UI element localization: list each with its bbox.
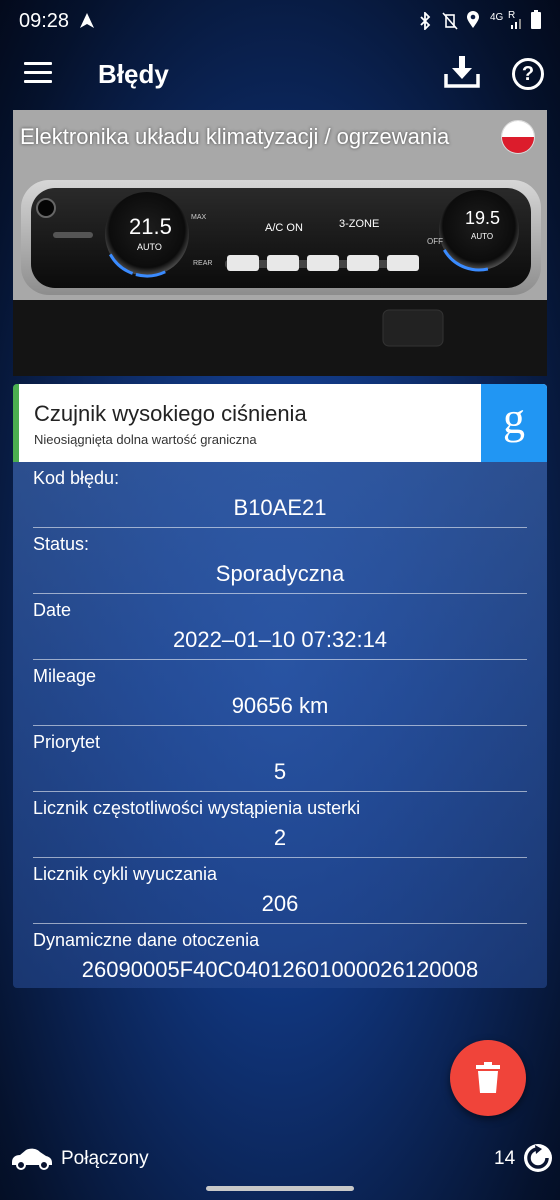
help-button[interactable]: ?	[512, 58, 544, 90]
delete-button[interactable]	[450, 1040, 526, 1116]
left-auto-label: AUTO	[137, 242, 162, 252]
module-header: 21.5 AUTO 19.5 AUTO A/C ON 3-ZONE MAX RE…	[13, 110, 547, 376]
row-value: 90656 km	[231, 693, 329, 718]
status-bar: 09:28 4G R	[0, 0, 560, 42]
row-value: 2	[273, 825, 287, 850]
row-value: 5	[273, 759, 287, 784]
row-divider	[33, 923, 527, 924]
row-label: Licznik cykli wyuczania	[33, 864, 218, 884]
row-label: Status:	[33, 534, 90, 554]
battery-icon	[531, 10, 541, 29]
fault-row-status: Status: Sporadyczna	[33, 534, 527, 594]
left-temp-display: 21.5	[129, 214, 172, 239]
fault-description: Nieosiągnięta dolna wartość graniczna	[34, 432, 257, 447]
navigation-app-icon	[80, 13, 94, 28]
fault-name: Czujnik wysokiego ciśnienia	[34, 401, 307, 426]
download-icon[interactable]	[444, 54, 480, 88]
row-value: Sporadyczna	[215, 561, 345, 586]
status-time: 09:28	[19, 10, 70, 32]
mute-vibrate-icon	[442, 12, 458, 30]
ac-on-label: A/C ON	[265, 222, 303, 234]
row-value: 26090005F40C040126010000261200​08	[81, 957, 479, 982]
fault-row-code: Kod błędu: B10AE21	[33, 468, 527, 528]
rear-label: REAR	[193, 260, 213, 267]
module-title: Elektronika układu klimatyzacji / ogrzew…	[20, 124, 450, 149]
row-divider	[33, 527, 527, 528]
right-auto-label: AUTO	[471, 232, 494, 241]
network-type-label: 4G	[490, 12, 504, 23]
row-label: Priorytet	[33, 732, 101, 752]
refresh-icon[interactable]	[522, 1142, 554, 1174]
car-icon	[12, 1148, 52, 1170]
fault-row-priority: Priorytet 5	[33, 732, 527, 792]
row-divider	[33, 791, 527, 792]
right-temp-display: 19.5	[465, 208, 501, 228]
row-value: 206	[261, 891, 299, 916]
row-divider	[33, 857, 527, 858]
three-zone-label: 3-ZONE	[339, 218, 380, 230]
hamburger-menu-icon[interactable]	[24, 62, 52, 86]
poland-flag-icon[interactable]	[501, 120, 535, 154]
page-title: Błędy	[98, 59, 169, 89]
row-divider	[33, 725, 527, 726]
row-label: Mileage	[33, 666, 97, 686]
fault-card: Czujnik wysokiego ciśnienia Nieosiągnięt…	[13, 384, 547, 988]
row-value: B10AE21	[233, 495, 327, 520]
row-label: Date	[33, 600, 72, 620]
fault-row-environment-data: Dynamiczne dane otoczenia 26090005F40C04…	[33, 930, 527, 983]
trash-icon	[476, 1062, 500, 1093]
signal-icon	[511, 19, 521, 29]
row-value: 2022–01–10 07:32:14	[172, 627, 388, 652]
row-label: Licznik częstotliwości wystąpienia uster…	[33, 798, 361, 818]
row-divider	[33, 593, 527, 594]
google-search-button[interactable]: g	[481, 384, 547, 462]
off-label: OFF	[427, 237, 443, 246]
fault-row-mileage: Mileage 90656 km	[33, 666, 527, 726]
row-label: Dynamiczne dane otoczenia	[33, 930, 260, 950]
row-divider	[33, 659, 527, 660]
row-label: Kod błędu:	[33, 468, 120, 488]
max-label: MAX	[191, 214, 207, 221]
fault-header[interactable]: Czujnik wysokiego ciśnienia Nieosiągnięt…	[13, 384, 547, 462]
fault-row-frequency: Licznik częstotliwości wystąpienia uster…	[33, 798, 527, 858]
app-bar: Błędy ?	[0, 42, 560, 108]
fault-row-learning-cycles: Licznik cykli wyuczania 206	[33, 864, 527, 924]
bluetooth-icon	[420, 12, 431, 30]
connection-status: Połączony	[61, 1148, 149, 1169]
fault-count: 14	[494, 1148, 516, 1169]
home-indicator[interactable]	[206, 1186, 354, 1191]
location-icon	[467, 11, 479, 28]
fault-row-date: Date 2022–01–10 07:32:14	[33, 600, 527, 660]
bottom-bar: Połączony 14	[0, 1136, 560, 1182]
